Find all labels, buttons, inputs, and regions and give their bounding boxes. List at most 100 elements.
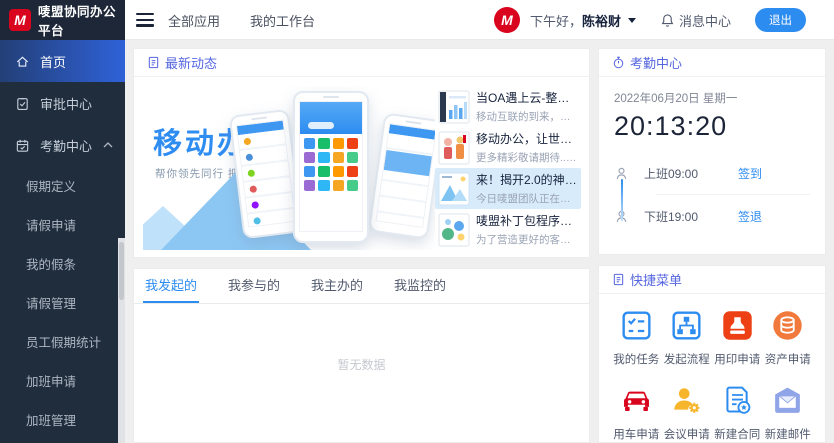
bell-icon (660, 13, 675, 28)
attendance-date: 2022年06月20日 星期一 (614, 90, 810, 106)
sidebar: 首页 审批中心 考勤中心 假期定义 请假申请 我的假条 请假管理 员工假期统计 … (0, 40, 125, 443)
attendance-clock: 20:13:20 (614, 111, 810, 142)
document-icon (147, 56, 160, 69)
quick-item-label: 新建合同 (714, 426, 760, 442)
menu-toggle-icon[interactable] (136, 13, 154, 27)
news-thumb-chart-icon (438, 90, 470, 124)
tab-initiated-by-me[interactable]: 我发起的 (143, 269, 199, 303)
chevron-up-icon (103, 142, 113, 148)
news-subtitle: 更多精彩敬请期待....... (476, 150, 577, 165)
meeting-icon (670, 384, 703, 417)
promo-banner: 移动办公 帮你领先同行 把工作带出办公室 (143, 86, 435, 250)
quick-menu-panel: 快捷菜单 我的任务 (598, 265, 826, 443)
sidebar-subitem-employee-holiday-stats[interactable]: 员工假期统计 (0, 322, 125, 361)
news-thumb-mountain-icon (438, 172, 470, 206)
check-in-time-label: 上班09:00 (644, 165, 698, 182)
empty-state-text: 暂无数据 (134, 356, 589, 373)
quick-item-new-mail[interactable]: 新建邮件 (763, 384, 814, 442)
quick-item-meeting-request[interactable]: 会议申请 (662, 384, 713, 442)
sidebar-subitem-overtime-management[interactable]: 加班管理 (0, 400, 125, 439)
message-center-button[interactable]: 消息中心 (660, 11, 731, 30)
app-title: 唛盟协同办公平台 (38, 1, 125, 39)
panel-title-attendance: 考勤中心 (630, 53, 682, 72)
user-greeting[interactable]: 下午好，陈裕财 (530, 11, 621, 30)
top-header: M 唛盟协同办公平台 全部应用 我的工作台 M 下午好，陈裕财 消息中心 退出 (0, 0, 834, 40)
user-avatar[interactable]: M (494, 7, 520, 33)
sidebar-subitem-my-leave-notes[interactable]: 我的假条 (0, 244, 125, 283)
news-subtitle: 移动互联的到来，让OA与云 (476, 109, 577, 124)
check-out-row: 下班19:00 签退 (614, 195, 810, 237)
stopwatch-icon (612, 56, 625, 69)
sidebar-item-label: 审批中心 (40, 94, 92, 113)
news-subtitle: 今日唛盟团队正在加班加点， (476, 191, 577, 206)
quick-item-new-contract[interactable]: 新建合同 (712, 384, 763, 442)
quick-item-label: 资产申请 (765, 351, 811, 367)
news-title: 移动办公，让世界触手可 (476, 130, 577, 147)
panel-title-quick-menu: 快捷菜单 (630, 270, 682, 289)
stamp-icon (721, 309, 754, 342)
news-list: 当OA遇上云-整个协同OA 移动互联的到来，让OA与云 (435, 86, 581, 250)
quick-item-label: 我的任务 (613, 351, 659, 367)
flow-icon (670, 309, 703, 342)
news-subtitle: 为了营造更好的客户体验，唛 (476, 232, 577, 247)
check-out-link[interactable]: 签退 (738, 208, 762, 225)
mail-icon (771, 384, 804, 417)
contract-icon (721, 384, 754, 417)
quick-item-label: 会议申请 (664, 426, 710, 442)
check-out-time-label: 下班19:00 (644, 208, 698, 225)
quick-item-seal-request[interactable]: 用印申请 (712, 309, 763, 367)
timeline-connector (621, 179, 623, 221)
news-title: 当OA遇上云-整个协同OA (476, 89, 577, 106)
sidebar-scrollbar-thumb[interactable] (119, 242, 124, 300)
message-center-label: 消息中心 (679, 11, 731, 30)
news-list-item[interactable]: 当OA遇上云-整个协同OA 移动互联的到来，让OA与云 (435, 86, 581, 127)
news-list-item[interactable]: 移动办公，让世界触手可 更多精彩敬请期待....... (435, 127, 581, 168)
tab-monitored-by-me[interactable]: 我监控的 (392, 269, 448, 303)
phone-mockup-right (368, 112, 435, 239)
quick-item-label: 用印申请 (714, 351, 760, 367)
quick-item-start-process[interactable]: 发起流程 (662, 309, 713, 367)
tab-participated-by-me[interactable]: 我参与的 (226, 269, 282, 303)
top-nav: 全部应用 我的工作台 (168, 0, 315, 40)
home-icon (15, 54, 30, 69)
check-in-row: 上班09:00 签到 (614, 152, 810, 194)
attendance-icon (15, 138, 30, 153)
sidebar-item-attendance-center[interactable]: 考勤中心 (0, 124, 125, 166)
brand-logo-icon: M (9, 9, 31, 31)
process-tabs: 我发起的 我参与的 我主办的 我监控的 (134, 269, 589, 304)
quick-item-vehicle-request[interactable]: 用车申请 (611, 384, 662, 442)
sidebar-scrollbar[interactable] (118, 238, 125, 443)
sidebar-item-approval-center[interactable]: 审批中心 (0, 82, 125, 124)
sidebar-item-label: 考勤中心 (40, 136, 92, 155)
nav-all-apps[interactable]: 全部应用 (168, 11, 220, 30)
tab-hosted-by-me[interactable]: 我主办的 (309, 269, 365, 303)
quick-item-asset-request[interactable]: 资产申请 (763, 309, 814, 367)
check-in-link[interactable]: 签到 (738, 165, 762, 182)
chevron-down-icon[interactable] (628, 18, 636, 23)
sidebar-subitem-leave-request[interactable]: 请假申请 (0, 205, 125, 244)
phone-mockup-center (293, 91, 369, 243)
nav-my-workbench[interactable]: 我的工作台 (250, 11, 315, 30)
news-list-item-highlighted[interactable]: 来！揭开2.0的神秘面纱- 今日唛盟团队正在加班加点， (435, 168, 581, 209)
quick-item-my-tasks[interactable]: 我的任务 (611, 309, 662, 367)
asset-icon (771, 309, 804, 342)
my-processes-panel: 我发起的 我参与的 我主办的 我监控的 暂无数据 (133, 268, 590, 443)
sidebar-subitem-overtime-request[interactable]: 加班申请 (0, 361, 125, 400)
sidebar-subitem-leave-management[interactable]: 请假管理 (0, 283, 125, 322)
logout-button[interactable]: 退出 (755, 8, 806, 32)
news-thumb-figures-icon (438, 131, 470, 165)
sidebar-item-label: 首页 (40, 52, 66, 71)
quick-item-label: 用车申请 (613, 426, 659, 442)
latest-news-panel: 最新动态 移动办公 帮你领先同行 把工作带出办公室 (133, 48, 590, 258)
quick-item-label: 发起流程 (664, 351, 710, 367)
approval-icon (15, 96, 30, 111)
sidebar-item-home[interactable]: 首页 (0, 40, 125, 82)
panel-title-latest-news: 最新动态 (165, 53, 217, 72)
news-title: 来！揭开2.0的神秘面纱- (476, 171, 577, 188)
news-title: 唛盟补丁包程序更新 (476, 212, 577, 229)
attendance-panel: 考勤中心 2022年06月20日 星期一 20:13:20 上班09:00 签到 (598, 48, 826, 255)
sidebar-subitem-holiday-definition[interactable]: 假期定义 (0, 166, 125, 205)
greeting-text: 下午好， (530, 14, 582, 29)
username: 陈裕财 (582, 14, 621, 29)
news-list-item[interactable]: 唛盟补丁包程序更新 为了营造更好的客户体验，唛 (435, 209, 581, 250)
